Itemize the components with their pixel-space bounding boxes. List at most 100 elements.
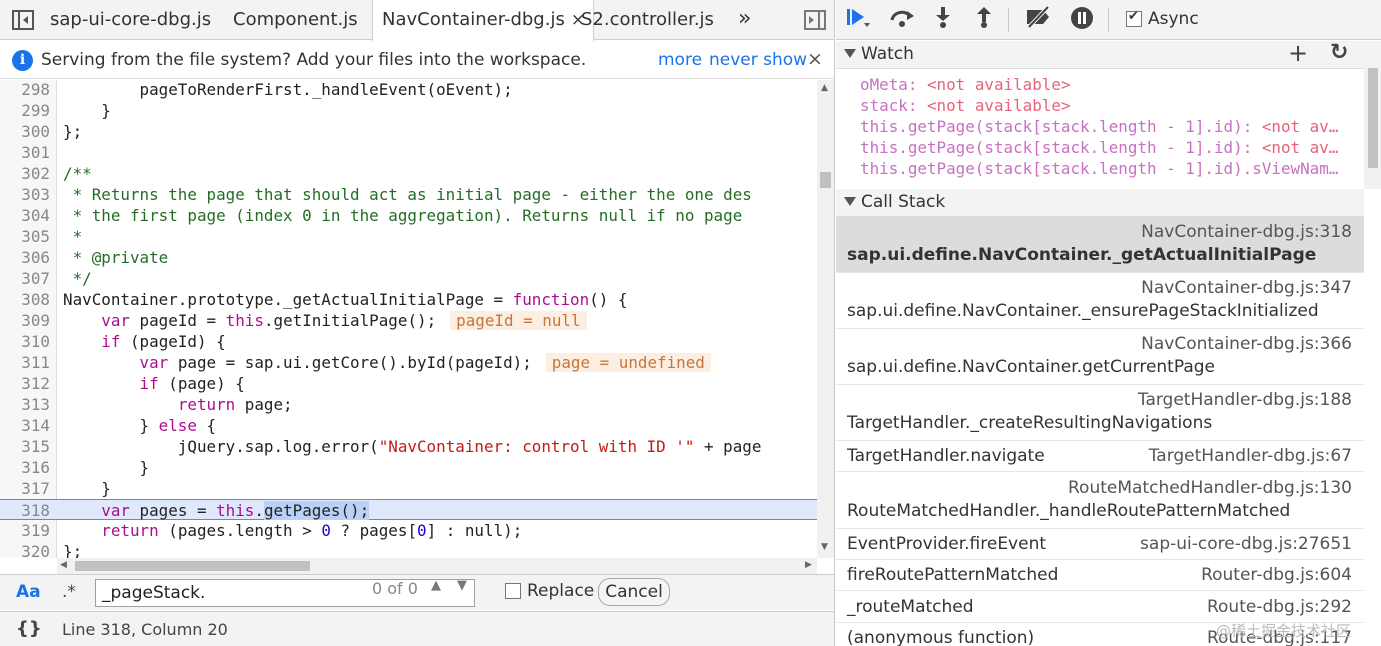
code-line[interactable]: 299 } bbox=[0, 100, 817, 121]
scroll-right-icon[interactable]: ▶ bbox=[805, 560, 812, 570]
tab-sap-ui-core[interactable]: sap-ui-core-dbg.js bbox=[50, 0, 211, 40]
code-line[interactable]: 311 var page = sap.ui.getCore().byId(pag… bbox=[0, 352, 817, 373]
watch-item[interactable]: this.getPage(stack[stack.length - 1].id)… bbox=[860, 158, 1356, 179]
frame-location[interactable]: NavContainer-dbg.js:347 bbox=[1141, 278, 1352, 298]
code-line[interactable]: 320}; bbox=[0, 541, 817, 558]
line-number[interactable]: 311 bbox=[0, 352, 50, 373]
scroll-up-icon[interactable]: ▲ bbox=[821, 83, 828, 93]
resume-icon[interactable] bbox=[844, 6, 872, 34]
tab-navcontainer[interactable]: NavContainer-dbg.js × bbox=[372, 0, 595, 41]
line-number[interactable]: 316 bbox=[0, 457, 50, 478]
code-line[interactable]: 317 } bbox=[0, 478, 817, 499]
watch-scroll-thumb[interactable] bbox=[1368, 68, 1378, 168]
line-number[interactable]: 315 bbox=[0, 436, 50, 457]
code-line[interactable]: 308 NavContainer.prototype._getActualInit… bbox=[0, 289, 817, 310]
frame-location[interactable]: NavContainer-dbg.js:318 bbox=[1141, 222, 1352, 242]
refresh-icon[interactable]: ↻ bbox=[1330, 40, 1348, 65]
frame-location[interactable]: TargetHandler-dbg.js:67 bbox=[1149, 446, 1352, 466]
call-stack-frame[interactable]: TargetHandler-dbg.js:67 TargetHandler.nav… bbox=[836, 441, 1364, 472]
line-number[interactable]: 310 bbox=[0, 331, 50, 352]
line-number[interactable]: 312 bbox=[0, 373, 50, 394]
code-line[interactable]: 303 * Returns the page that should act a… bbox=[0, 184, 817, 205]
previous-match-icon[interactable]: ▲ bbox=[424, 578, 448, 598]
line-number[interactable]: 319 bbox=[0, 520, 50, 541]
deactivate-breakpoints-icon[interactable] bbox=[1024, 5, 1052, 34]
next-match-icon[interactable]: ▼ bbox=[450, 578, 474, 598]
add-watch-icon[interactable]: + bbox=[1288, 39, 1308, 67]
call-stack-frame[interactable]: NavContainer-dbg.js:347 sap.ui.define.Nav… bbox=[836, 273, 1364, 329]
pause-on-exceptions-icon[interactable] bbox=[1068, 6, 1096, 34]
line-number[interactable]: 318 bbox=[0, 500, 50, 521]
watch-item[interactable]: this.getPage(stack[stack.length - 1].id)… bbox=[860, 116, 1356, 137]
match-case-toggle[interactable]: Aa bbox=[16, 582, 41, 602]
frame-location[interactable]: Router-dbg.js:604 bbox=[1201, 565, 1352, 585]
watch-item[interactable]: oMeta: <not available> bbox=[860, 74, 1356, 95]
search-input[interactable]: _pageStack. bbox=[95, 579, 475, 607]
code-line[interactable]: 302 /** bbox=[0, 163, 817, 184]
call-stack-frame[interactable]: NavContainer-dbg.js:366 sap.ui.define.Nav… bbox=[836, 329, 1364, 385]
expand-triangle-icon[interactable] bbox=[844, 197, 856, 206]
code-line[interactable]: 314 } else { bbox=[0, 415, 817, 436]
line-number[interactable]: 304 bbox=[0, 205, 50, 226]
current-execution-line[interactable]: 318 var pages = this.getPages(); bbox=[0, 499, 817, 520]
code-line[interactable]: 316 } bbox=[0, 457, 817, 478]
call-stack-frame[interactable]: TargetHandler-dbg.js:188 TargetHandler._c… bbox=[836, 385, 1364, 441]
scroll-thumb[interactable] bbox=[820, 172, 831, 188]
line-number[interactable]: 309 bbox=[0, 310, 50, 331]
line-number[interactable]: 317 bbox=[0, 478, 50, 499]
call-stack-section-header[interactable]: Call Stack bbox=[836, 189, 1381, 217]
line-number[interactable]: 305 bbox=[0, 226, 50, 247]
tab-component[interactable]: Component.js bbox=[233, 0, 358, 40]
line-number[interactable]: 300 bbox=[0, 121, 50, 142]
vertical-scrollbar[interactable]: ▲ ▼ bbox=[817, 80, 834, 558]
watch-section-header[interactable]: Watch + ↻ bbox=[836, 39, 1381, 69]
scroll-down-icon[interactable]: ▼ bbox=[821, 542, 828, 552]
h-scroll-thumb[interactable] bbox=[75, 561, 310, 571]
line-number[interactable]: 302 bbox=[0, 163, 50, 184]
line-number[interactable]: 306 bbox=[0, 247, 50, 268]
code-line[interactable]: 315 jQuery.sap.log.error("NavContainer: … bbox=[0, 436, 817, 457]
step-out-icon[interactable] bbox=[970, 6, 998, 34]
line-number[interactable]: 301 bbox=[0, 142, 50, 163]
code-line[interactable]: 298 pageToRenderFirst._handleEvent(oEven… bbox=[0, 80, 817, 100]
line-number[interactable]: 299 bbox=[0, 100, 50, 121]
watch-item[interactable]: stack: <not available> bbox=[860, 95, 1356, 116]
more-link[interactable]: more bbox=[658, 50, 702, 70]
frame-location[interactable]: Route-dbg.js:292 bbox=[1207, 597, 1352, 617]
line-number[interactable]: 313 bbox=[0, 394, 50, 415]
code-line[interactable]: 301 bbox=[0, 142, 817, 163]
expand-triangle-icon[interactable] bbox=[844, 49, 856, 58]
debugger-toggle-icon[interactable] bbox=[804, 10, 826, 30]
regex-toggle[interactable]: .* bbox=[62, 582, 76, 602]
code-line[interactable]: 305 * bbox=[0, 226, 817, 247]
call-stack-frame[interactable]: Route-dbg.js:292 _routeMatched bbox=[836, 591, 1364, 623]
code-line[interactable]: 313 return page; bbox=[0, 394, 817, 415]
code-line[interactable]: 300}; bbox=[0, 121, 817, 142]
step-over-icon[interactable] bbox=[888, 6, 916, 34]
never-show-link[interactable]: never show bbox=[709, 50, 807, 70]
call-stack-frame[interactable]: NavContainer-dbg.js:318 sap.ui.define.Nav… bbox=[836, 217, 1364, 273]
line-number[interactable]: 298 bbox=[0, 80, 50, 100]
call-stack-frame[interactable]: sap-ui-core-dbg.js:27651 EventProvider.fi… bbox=[836, 528, 1364, 560]
scroll-left-icon[interactable]: ◀ bbox=[60, 560, 67, 570]
replace-checkbox[interactable] bbox=[505, 583, 521, 599]
call-stack-frame[interactable]: Router-dbg.js:604 fireRoutePatternMatched bbox=[836, 560, 1364, 591]
close-infobar-icon[interactable]: × bbox=[807, 48, 823, 70]
call-stack-scrollbar[interactable] bbox=[1364, 189, 1381, 646]
tab-s2-controller[interactable]: S2.controller.js bbox=[581, 0, 714, 40]
pretty-print-icon[interactable]: {} bbox=[16, 618, 42, 639]
code-line[interactable]: 304 * the first page (index 0 in the agg… bbox=[0, 205, 817, 226]
frame-location[interactable]: sap-ui-core-dbg.js:27651 bbox=[1140, 534, 1352, 554]
code-line[interactable]: 319 return (pages.length > 0 ? pages[0] … bbox=[0, 520, 817, 541]
async-checkbox[interactable] bbox=[1126, 9, 1142, 27]
tab-overflow-icon[interactable]: » bbox=[738, 6, 751, 31]
code-line[interactable]: 312 if (page) { bbox=[0, 373, 817, 394]
line-number[interactable]: 308 bbox=[0, 289, 50, 310]
line-number[interactable]: 303 bbox=[0, 184, 50, 205]
frame-location[interactable]: NavContainer-dbg.js:366 bbox=[1141, 334, 1352, 354]
step-into-icon[interactable] bbox=[929, 6, 957, 34]
navigator-toggle-icon[interactable] bbox=[12, 10, 34, 30]
code-line[interactable]: 309 var pageId = this.getInitialPage(); p… bbox=[0, 310, 817, 331]
line-number[interactable]: 307 bbox=[0, 268, 50, 289]
watch-item[interactable]: this.getPage(stack[stack.length - 1].id)… bbox=[860, 137, 1356, 158]
